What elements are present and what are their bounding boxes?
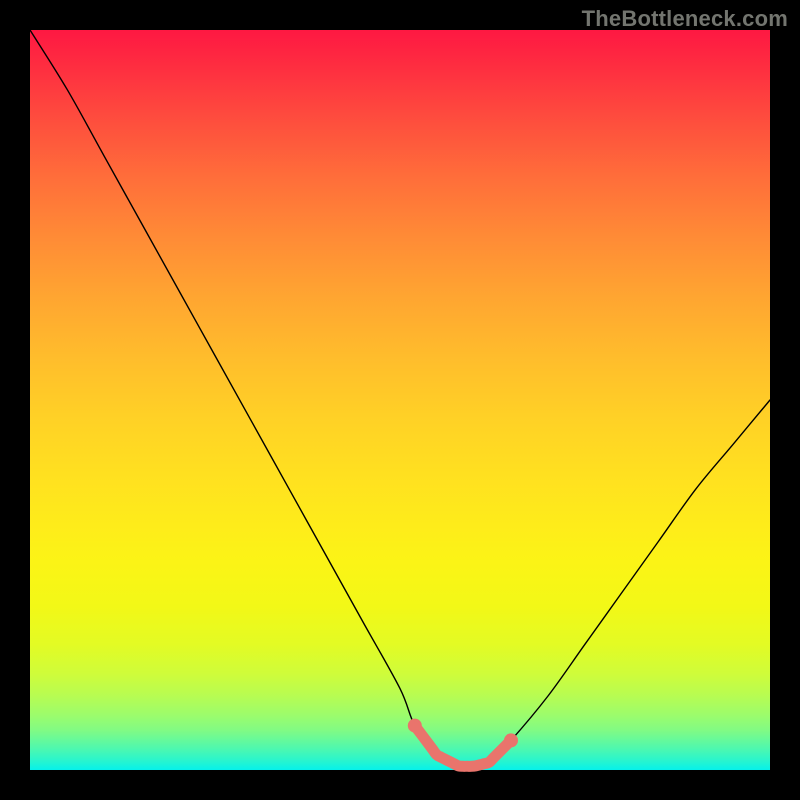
accent-segment [415,726,511,767]
chart-container: TheBottleneck.com [0,0,800,800]
bottleneck-curve [30,30,770,767]
plot-area [30,30,770,770]
attribution-label: TheBottleneck.com [582,6,788,32]
accent-dot-right [504,733,518,747]
accent-dot-left [408,719,422,733]
curve-layer [30,30,770,770]
